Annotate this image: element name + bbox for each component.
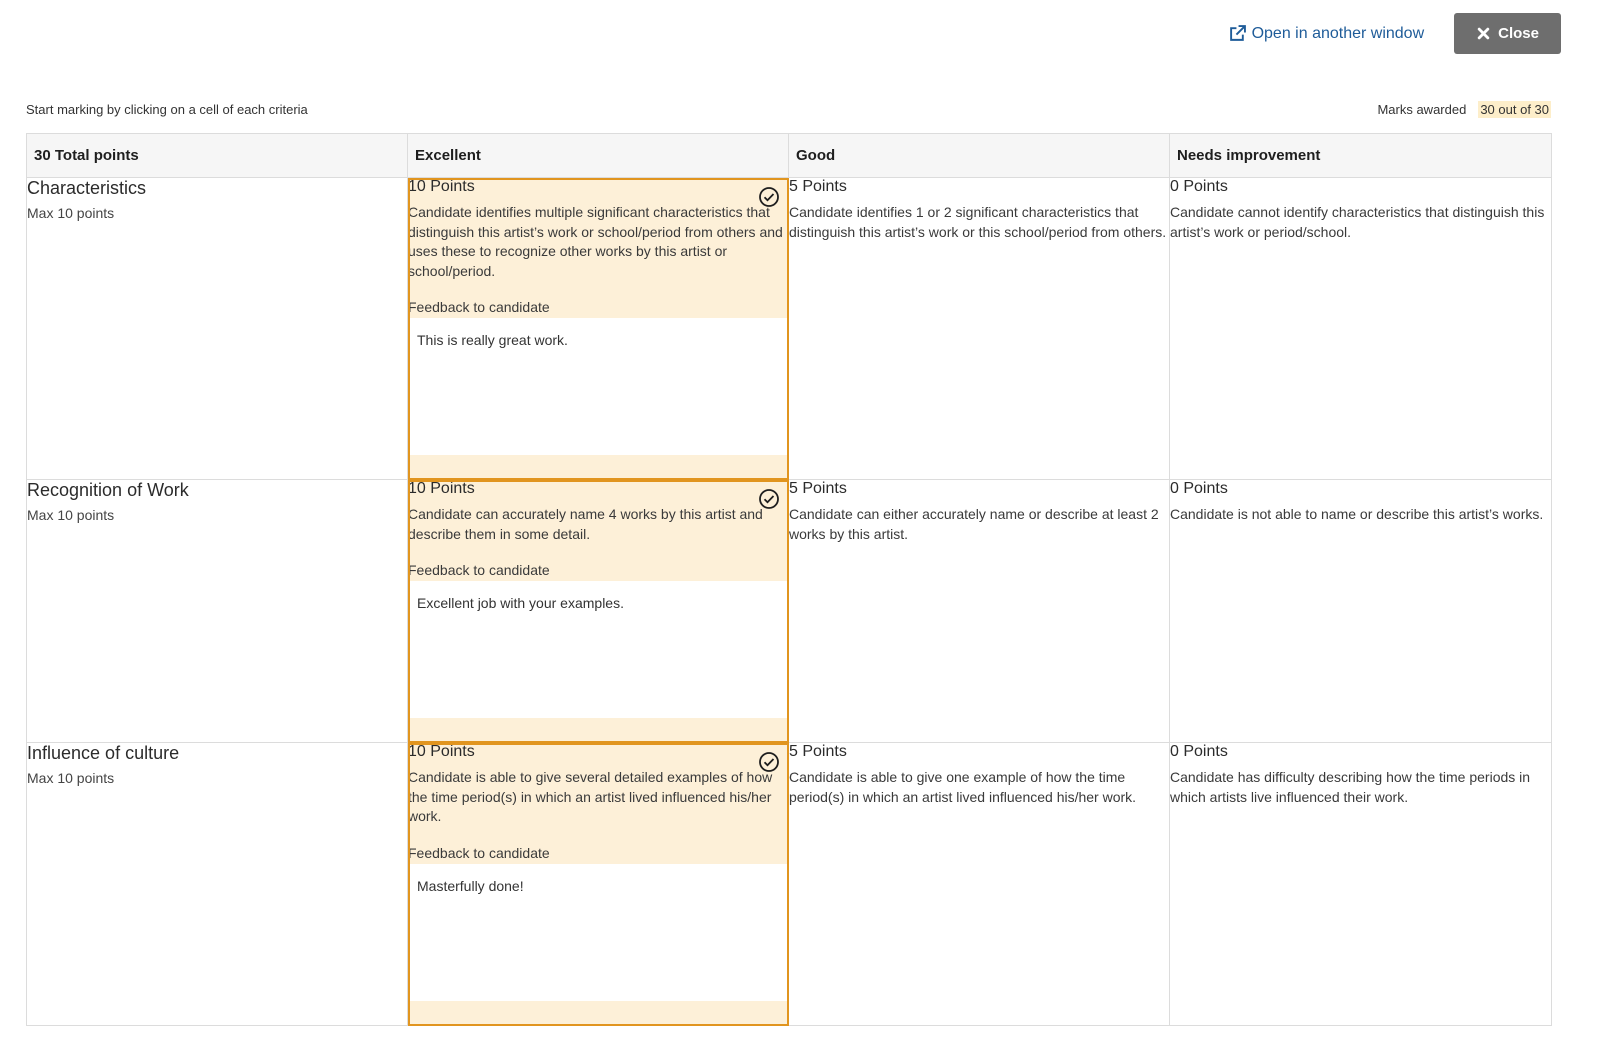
criterion-cell: Characteristics Max 10 points: [26, 177, 408, 480]
feedback-label: Feedback to candidate: [408, 562, 550, 578]
criterion-name: Characteristics: [27, 178, 147, 198]
instructions-text: Start marking by clicking on a cell of e…: [26, 102, 308, 117]
criterion-row-characteristics: Characteristics Max 10 points 10 Points …: [26, 177, 1552, 480]
cell-points: 0 Points: [1170, 178, 1228, 195]
cell-description: Candidate cannot identify characteristic…: [1170, 204, 1545, 240]
cell-description: Candidate is able to give several detail…: [408, 769, 773, 824]
criterion-name: Influence of culture: [27, 743, 180, 763]
rubric-cell-excellent[interactable]: 10 Points Candidate identifies multiple …: [407, 177, 789, 480]
rubric-cell-needs-improvement[interactable]: 0 Points Candidate is not able to name o…: [1169, 479, 1552, 743]
criterion-name: Recognition of Work: [27, 480, 189, 500]
criterion-cell: Recognition of Work Max 10 points: [26, 479, 408, 743]
cell-points: 10 Points: [408, 178, 475, 195]
cell-points: 5 Points: [789, 743, 847, 760]
cell-description: Candidate is not able to name or describ…: [1170, 506, 1544, 522]
level-header-needs-improvement: Needs improvement: [1169, 133, 1552, 178]
criterion-max: Max 10 points: [27, 205, 115, 221]
open-in-another-window-link[interactable]: Open in another window: [1229, 24, 1425, 43]
open-in-another-window-label: Open in another window: [1251, 24, 1425, 42]
cell-points: 10 Points: [408, 743, 475, 760]
cell-points: 10 Points: [408, 480, 475, 497]
level-header-good: Good: [788, 133, 1170, 178]
marks-value: 30 out of 30: [1478, 101, 1551, 118]
close-button[interactable]: Close: [1454, 13, 1561, 54]
criterion-cell: Influence of culture Max 10 points: [26, 742, 408, 1026]
feedback-textarea[interactable]: Masterfully done!: [408, 863, 788, 1001]
top-actions: Open in another window Close: [1229, 13, 1561, 54]
feedback-label: Feedback to candidate: [408, 299, 550, 315]
rubric-cell-good[interactable]: 5 Points Candidate identifies 1 or 2 sig…: [788, 177, 1170, 480]
cell-description: Candidate can either accurately name or …: [789, 506, 1159, 542]
criterion-max: Max 10 points: [27, 507, 115, 523]
feedback-label: Feedback to candidate: [408, 844, 550, 861]
rubric-subheader: Start marking by clicking on a cell of e…: [26, 101, 1551, 118]
criterion-max: Max 10 points: [27, 770, 115, 786]
criterion-row-recognition-of-work: Recognition of Work Max 10 points 10 Poi…: [26, 479, 1552, 743]
cell-points: 0 Points: [1170, 743, 1228, 760]
check-circle-icon: [759, 187, 779, 207]
cell-description: Candidate identifies 1 or 2 significant …: [789, 204, 1167, 240]
cell-points: 5 Points: [789, 178, 847, 195]
feedback-textarea[interactable]: Excellent job with your examples.: [408, 581, 788, 718]
cell-description: Candidate identifies multiple significan…: [408, 204, 783, 279]
cell-points: 5 Points: [789, 480, 847, 497]
cell-points: 0 Points: [1170, 480, 1228, 497]
feedback-textarea[interactable]: This is really great work.: [408, 318, 788, 455]
rubric-table: 30 Total points Excellent Good Needs imp…: [26, 133, 1552, 1026]
level-header-excellent: Excellent: [407, 133, 789, 178]
rubric-cell-excellent[interactable]: 10 Points Candidate can accurately name …: [407, 479, 789, 743]
cell-description: Candidate can accurately name 4 works by…: [408, 506, 763, 542]
cell-description: Candidate has difficulty describing how …: [1170, 769, 1531, 805]
rubric-cell-excellent[interactable]: 10 Points Candidate is able to give seve…: [407, 742, 789, 1026]
external-link-icon: [1229, 25, 1246, 41]
close-icon: [1477, 27, 1490, 40]
close-label: Close: [1498, 25, 1539, 42]
marks-awarded: Marks awarded 30 out of 30: [1377, 101, 1551, 118]
rubric-cell-needs-improvement[interactable]: 0 Points Candidate cannot identify chara…: [1169, 177, 1552, 480]
check-circle-icon: [759, 752, 779, 772]
total-points-header: 30 Total points: [26, 133, 408, 178]
rubric-cell-needs-improvement[interactable]: 0 Points Candidate has difficulty descri…: [1169, 742, 1552, 1026]
marks-label: Marks awarded: [1377, 102, 1467, 117]
check-circle-icon: [759, 489, 779, 509]
rubric-header-row: 30 Total points Excellent Good Needs imp…: [26, 133, 1552, 178]
rubric-cell-good[interactable]: 5 Points Candidate is able to give one e…: [788, 742, 1170, 1026]
rubric-cell-good[interactable]: 5 Points Candidate can either accurately…: [788, 479, 1170, 743]
criterion-row-influence-of-culture: Influence of culture Max 10 points 10 Po…: [26, 742, 1552, 1026]
cell-description: Candidate is able to give one example of…: [789, 769, 1137, 805]
